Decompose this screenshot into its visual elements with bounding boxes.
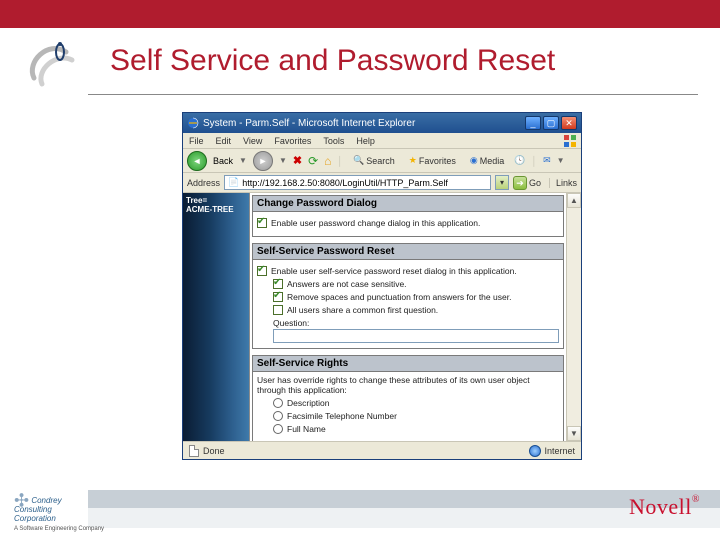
- back-button[interactable]: ◄: [187, 151, 207, 171]
- question-input[interactable]: [273, 329, 559, 343]
- close-button[interactable]: ✕: [561, 116, 577, 130]
- left-tree-sidebar: Tree= ACME-TREE: [183, 193, 249, 441]
- panel-self-service-reset: Self-Service Password Reset Enable user …: [252, 243, 564, 349]
- zone-text: Internet: [544, 446, 575, 456]
- label-enable-ss-reset: Enable user self-service password reset …: [271, 266, 559, 276]
- media-icon: ◉: [470, 155, 478, 166]
- links-label[interactable]: Links: [549, 178, 577, 188]
- novell-logo: Novell®: [629, 494, 700, 520]
- address-field[interactable]: 📄 http://192.168.2.50:8080/LoginUtil/HTT…: [224, 175, 491, 190]
- home-button[interactable]: ⌂: [324, 154, 331, 168]
- status-text: Done: [203, 446, 225, 456]
- media-label: Media: [480, 156, 505, 166]
- menu-bar: File Edit View Favorites Tools Help: [183, 133, 581, 149]
- scroll-up-button[interactable]: ▲: [567, 193, 581, 208]
- checkbox-remove-punctuation[interactable]: [273, 292, 283, 302]
- address-label: Address: [187, 178, 220, 188]
- label-case-insensitive: Answers are not case sensitive.: [287, 279, 559, 289]
- radio-description[interactable]: [273, 398, 283, 408]
- checkbox-common-first-question[interactable]: [273, 305, 283, 315]
- checkbox-case-insensitive[interactable]: [273, 279, 283, 289]
- go-button[interactable]: ➔Go: [513, 176, 541, 190]
- refresh-button[interactable]: ⟳: [308, 154, 318, 168]
- menu-edit[interactable]: Edit: [216, 136, 232, 146]
- menu-file[interactable]: File: [189, 136, 204, 146]
- search-button[interactable]: 🔍Search: [349, 153, 399, 168]
- content-area: Change Password Dialog Enable user passw…: [249, 193, 566, 441]
- condrey-sub: A Software Engineering Company: [14, 526, 104, 532]
- search-label: Search: [366, 156, 395, 166]
- star-icon: ★: [409, 155, 417, 166]
- label-attr-fullname: Full Name: [287, 424, 559, 434]
- vertical-scrollbar[interactable]: ▲ ▼: [566, 193, 581, 441]
- search-icon: 🔍: [353, 155, 364, 166]
- back-label[interactable]: Back: [213, 156, 233, 166]
- browser-window: System - Parm.Self - Microsoft Internet …: [182, 112, 582, 460]
- panel-self-service-reset-title: Self-Service Password Reset: [253, 244, 563, 260]
- history-button[interactable]: 🕓: [514, 155, 525, 166]
- go-label: Go: [529, 178, 541, 188]
- media-button[interactable]: ◉Media: [466, 153, 508, 168]
- slide-title-rule: [88, 94, 698, 95]
- slide-title: Self Service and Password Reset: [110, 44, 555, 78]
- maximize-button[interactable]: ▢: [543, 116, 559, 130]
- address-bar: Address 📄 http://192.168.2.50:8080/Login…: [183, 173, 581, 193]
- radio-fullname[interactable]: [273, 424, 283, 434]
- panel-self-service-rights-title: Self-Service Rights: [253, 356, 563, 372]
- document-icon: [189, 445, 199, 457]
- label-common-first-question: All users share a common first question.: [287, 305, 559, 315]
- radio-fax[interactable]: [273, 411, 283, 421]
- mail-dropdown-icon[interactable]: ▼: [557, 156, 565, 165]
- windows-flag-icon: [563, 134, 577, 148]
- slide-top-bar: [0, 0, 720, 28]
- menu-view[interactable]: View: [243, 136, 262, 146]
- panel-change-password-title: Change Password Dialog: [253, 196, 563, 212]
- question-label: Question:: [273, 318, 559, 328]
- stop-button[interactable]: ✖: [293, 154, 302, 167]
- corner-swirl-logo: [22, 34, 82, 94]
- checkbox-enable-password-change[interactable]: [257, 218, 267, 228]
- menu-help[interactable]: Help: [356, 136, 375, 146]
- scroll-track[interactable]: [567, 208, 581, 426]
- menu-favorites[interactable]: Favorites: [274, 136, 311, 146]
- toolbar: ◄ Back ▼ ► ▼ ✖ ⟳ ⌂ │ 🔍Search ★Favorites …: [183, 149, 581, 173]
- forward-dropdown-icon[interactable]: ▼: [279, 156, 287, 165]
- label-remove-punctuation: Remove spaces and punctuation from answe…: [287, 292, 559, 302]
- rights-description: User has override rights to change these…: [257, 375, 559, 395]
- condrey-line1: Condrey: [31, 496, 61, 505]
- forward-button[interactable]: ►: [253, 151, 273, 171]
- panel-change-password: Change Password Dialog Enable user passw…: [252, 195, 564, 237]
- checkbox-enable-ss-reset[interactable]: [257, 266, 267, 276]
- tree-value: ACME-TREE: [186, 205, 234, 214]
- panel-self-service-rights: Self-Service Rights User has override ri…: [252, 355, 564, 441]
- condrey-line2: Consulting: [14, 505, 52, 514]
- menu-tools[interactable]: Tools: [323, 136, 344, 146]
- window-title: System - Parm.Self - Microsoft Internet …: [203, 118, 521, 129]
- back-dropdown-icon[interactable]: ▼: [239, 156, 247, 165]
- ie-icon: [187, 117, 199, 129]
- footer-bar-light: [88, 508, 720, 528]
- favorites-button[interactable]: ★Favorites: [405, 153, 460, 168]
- label-attr-fax: Facsimile Telephone Number: [287, 411, 559, 421]
- go-arrow-icon: ➔: [513, 176, 527, 190]
- condrey-logo: ✣ Condrey Consulting Corporation A Softw…: [14, 496, 104, 534]
- window-titlebar[interactable]: System - Parm.Self - Microsoft Internet …: [183, 113, 581, 133]
- address-value: http://192.168.2.50:8080/LoginUtil/HTTP_…: [242, 178, 448, 188]
- status-bar: Done Internet: [183, 441, 581, 459]
- favorites-label: Favorites: [419, 156, 456, 166]
- label-attr-description: Description: [287, 398, 559, 408]
- scroll-down-button[interactable]: ▼: [567, 426, 581, 441]
- page-icon: 📄: [228, 177, 239, 188]
- mail-button[interactable]: ✉: [543, 155, 551, 166]
- label-enable-password-change: Enable user password change dialog in th…: [271, 218, 559, 228]
- tree-key: Tree=: [186, 196, 207, 205]
- footer-bar-dark: [88, 490, 720, 508]
- minimize-button[interactable]: _: [525, 116, 541, 130]
- condrey-line3: Corporation: [14, 514, 56, 523]
- address-dropdown-button[interactable]: ▾: [495, 175, 509, 190]
- globe-icon: [529, 445, 541, 457]
